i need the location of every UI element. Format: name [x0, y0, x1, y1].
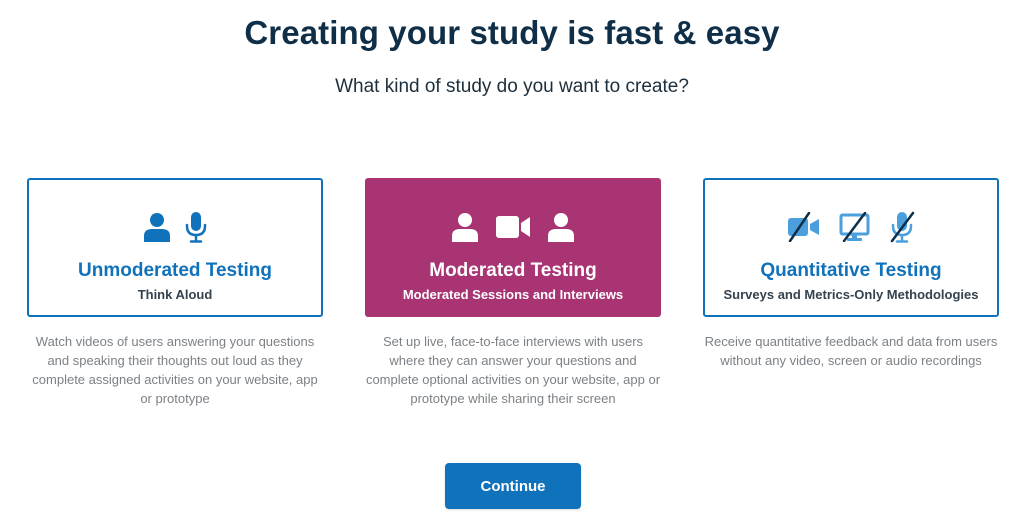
page-subtitle: What kind of study do you want to create…: [335, 76, 689, 97]
card-title: Unmoderated Testing: [78, 260, 272, 281]
unmoderated-description: Watch videos of users answering your que…: [32, 334, 318, 406]
card-title: Moderated Testing: [429, 260, 597, 281]
quantitative-testing-card[interactable]: Quantitative Testing Surveys and Metrics…: [703, 178, 999, 317]
card-icons: [367, 210, 659, 244]
video-camera-icon: [495, 214, 531, 240]
card-icons: [705, 210, 997, 244]
card-subtitle: Surveys and Metrics-Only Methodologies: [723, 287, 979, 302]
microphone-icon: [185, 211, 207, 243]
moderated-testing-card[interactable]: Moderated Testing Moderated Sessions and…: [365, 178, 661, 317]
study-type-page: Creating your study is fast & easy What …: [0, 0, 1024, 532]
moderated-description: Set up live, face-to-face interviews wit…: [365, 334, 661, 406]
card-icons: [29, 210, 321, 244]
user-icon: [451, 212, 479, 242]
user-icon: [143, 212, 171, 242]
unmoderated-testing-card[interactable]: Unmoderated Testing Think Aloud: [27, 178, 323, 317]
user-icon: [547, 212, 575, 242]
card-title: Quantitative Testing: [760, 260, 942, 281]
card-subtitle: Think Aloud: [137, 287, 213, 302]
quantitative-description: Receive quantitative feedback and data f…: [704, 334, 998, 368]
card-subtitle: Moderated Sessions and Interviews: [402, 287, 624, 302]
continue-button[interactable]: Continue: [445, 463, 581, 509]
page-title: Creating your study is fast & easy: [244, 14, 780, 51]
no-video-icon: [787, 212, 821, 242]
no-microphone-icon: [889, 211, 915, 243]
no-screen-icon: [839, 212, 871, 242]
